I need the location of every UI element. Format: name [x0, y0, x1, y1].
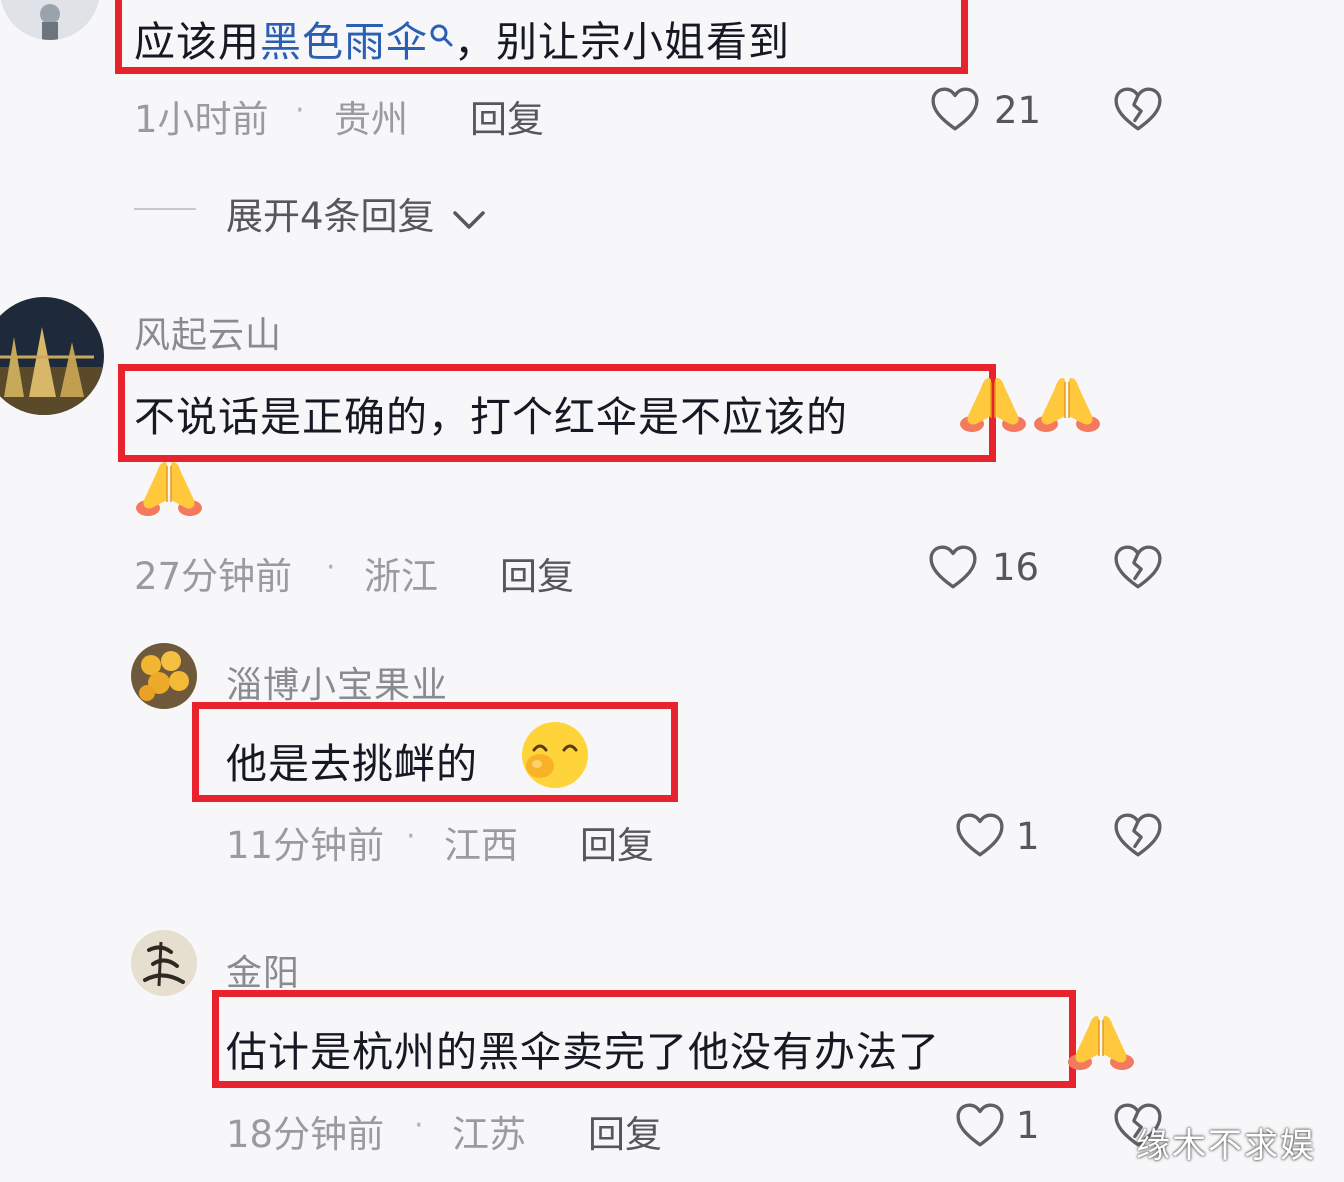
praying-hands-emoji [1066, 1010, 1136, 1078]
reply-button[interactable]: 回复 [500, 546, 574, 600]
reply-button[interactable]: 回复 [470, 89, 544, 143]
reply-button[interactable]: 回复 [588, 1104, 662, 1158]
avatar[interactable] [131, 930, 197, 996]
avatar-image [0, 0, 100, 40]
avatar-image [0, 297, 104, 415]
heart-icon[interactable] [930, 86, 980, 136]
username[interactable]: 淄博小宝果业 [226, 656, 448, 708]
separator-dot: · [295, 93, 305, 128]
praying-hands-emoji [1032, 372, 1102, 440]
expand-replies-button[interactable]: 展开4条回复 [226, 186, 486, 240]
broken-heart-icon[interactable] [1113, 86, 1163, 136]
broken-heart-icon[interactable] [1113, 544, 1163, 594]
avatar[interactable] [0, 0, 100, 40]
like-count: 1 [1016, 815, 1040, 858]
chevron-down-icon [452, 197, 486, 240]
heart-icon[interactable] [955, 812, 1005, 862]
highlight-box [192, 702, 678, 802]
comment-time: 18分钟前 [226, 1113, 385, 1156]
comment-time: 27分钟前 [134, 555, 293, 598]
separator-dot: · [406, 819, 416, 854]
highlight-box [115, 0, 968, 74]
separator-dot: · [414, 1108, 424, 1143]
username[interactable]: 金阳 [226, 944, 300, 996]
expand-divider [134, 208, 196, 210]
like-count: 21 [994, 89, 1042, 132]
avatar-image [131, 643, 197, 709]
reply-button[interactable]: 回复 [580, 815, 654, 869]
like-count: 16 [992, 546, 1040, 589]
separator-dot: · [326, 550, 336, 585]
avatar[interactable] [0, 297, 104, 415]
praying-hands-emoji [958, 372, 1028, 440]
highlight-box [212, 990, 1076, 1088]
comment-time: 11分钟前 [226, 824, 385, 867]
avatar[interactable] [131, 643, 197, 709]
highlight-box [118, 364, 996, 462]
comment-time: 1小时前 [134, 98, 269, 141]
like-count: 1 [1016, 1104, 1040, 1147]
avatar-image [131, 930, 197, 996]
username[interactable]: 风起云山 [134, 306, 282, 358]
comment-location: 江西 [444, 824, 518, 867]
broken-heart-icon[interactable] [1113, 812, 1163, 862]
praying-hands-emoji [134, 456, 204, 524]
comment-location: 贵州 [334, 98, 408, 141]
watermark: 缘木不求娱 [1136, 1126, 1316, 1166]
heart-icon[interactable] [928, 544, 978, 594]
expand-replies-label: 展开4条回复 [226, 195, 435, 238]
heart-icon[interactable] [955, 1102, 1005, 1152]
comment-location: 浙江 [364, 555, 438, 598]
comment-location: 江苏 [452, 1113, 526, 1156]
